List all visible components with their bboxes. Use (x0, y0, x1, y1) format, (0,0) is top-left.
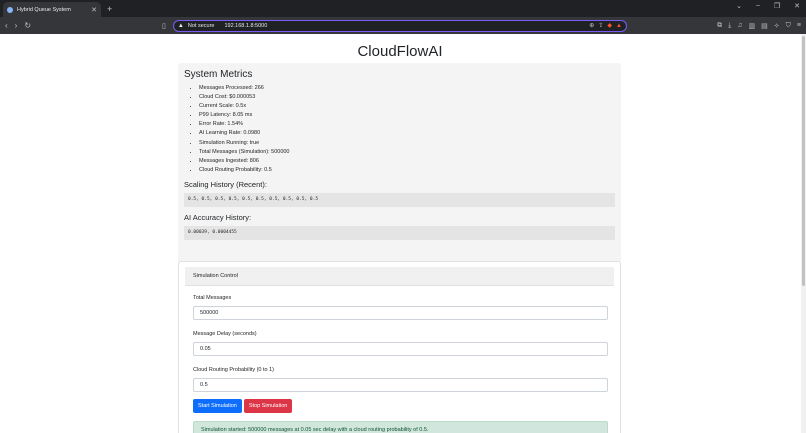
url-text[interactable]: 192.168.1.8:5000 (224, 23, 585, 29)
reload-icon[interactable]: ↻ (24, 21, 31, 30)
message-delay-input[interactable]: 0.05 (193, 342, 608, 356)
security-label[interactable]: Not secure (188, 23, 215, 29)
status-alert: Simulation started: 500000 messages at 0… (193, 421, 608, 433)
media-icon[interactable]: ♫ (737, 22, 742, 30)
brave-shield-icon[interactable]: ◆ (607, 22, 612, 29)
cloud-routing-probability-label: Cloud Routing Probability (0 to 1) (193, 367, 275, 373)
simulation-control-header: Simulation Control (185, 267, 614, 286)
stop-simulation-button[interactable]: Stop Simulation (243, 399, 293, 413)
back-icon[interactable]: ‹ (5, 21, 8, 30)
vpn-icon[interactable]: ⛉ (786, 22, 791, 30)
minimize-icon[interactable]: – (756, 2, 760, 10)
address-bar[interactable]: ▲ Not secure 192.168.1.8:5000 ⊕ ⇪ ◆ ▲ (172, 19, 627, 32)
scaling-history-heading: Scaling History (Recent): (184, 179, 267, 189)
page-content: CloudFlowAI System Metrics Messages Proc… (0, 34, 806, 433)
bookmark-icon[interactable]: ▯ (162, 22, 166, 30)
total-messages-input[interactable]: 500000 (193, 306, 608, 320)
maximize-icon[interactable]: ❐ (774, 2, 780, 10)
sidebar-icon[interactable]: ▥ (749, 22, 756, 30)
menu-icon[interactable]: ≡ (797, 22, 801, 30)
new-tab-icon[interactable]: + (107, 4, 112, 14)
favicon-icon (7, 6, 13, 13)
start-simulation-button[interactable]: Start Simulation (193, 399, 242, 413)
scrollbar-thumb[interactable] (802, 36, 805, 286)
close-window-icon[interactable]: ✕ (794, 2, 800, 10)
system-metrics-panel: System Metrics Messages Processed: 266 C… (178, 63, 621, 279)
forward-icon[interactable]: › (15, 21, 18, 30)
zoom-icon[interactable]: ⊕ (589, 22, 594, 29)
simulation-control-card: Simulation Control Total Messages 500000… (178, 261, 621, 433)
wallet-icon[interactable]: ▤ (761, 22, 768, 30)
share-icon[interactable]: ⇪ (598, 22, 603, 29)
brave-rewards-icon[interactable]: ▲ (616, 23, 622, 29)
list-item: Simulation Running: true (199, 139, 615, 148)
page-scrollbar[interactable] (801, 34, 806, 433)
list-item: Messages Ingested: 806 (199, 157, 615, 166)
scaling-history-values: 0.5, 0.5, 0.5, 0.5, 0.5, 0.5, 0.5, 0.5, … (184, 192, 615, 207)
list-item: Cloud Cost: $0.000053 (199, 93, 615, 102)
close-tab-icon[interactable]: ✕ (91, 6, 97, 14)
message-delay-label: Message Delay (seconds) (193, 331, 257, 337)
list-item: Error Rate: 1.54% (199, 120, 615, 129)
list-item: Total Messages (Simulation): 500000 (199, 148, 615, 157)
tab-title: Hybrid Queue System (17, 6, 71, 13)
window-controls: ⌄ – ❐ ✕ (736, 2, 800, 10)
list-item: Cloud Routing Probability: 0.5 (199, 166, 615, 175)
leo-icon[interactable]: ✧ (774, 22, 780, 30)
browser-tab[interactable]: Hybrid Queue System ✕ (3, 2, 101, 17)
accuracy-history-values: 0.00039, 0.0004455 (184, 225, 615, 240)
metrics-heading: System Metrics (184, 69, 253, 80)
warning-icon: ▲ (177, 22, 184, 29)
total-messages-label: Total Messages (193, 295, 232, 301)
tab-strip: Hybrid Queue System ✕ + ⌄ – ❐ ✕ (0, 0, 806, 17)
list-item: P99 Latency: 8.05 ms (199, 111, 615, 120)
accuracy-history-heading: AI Accuracy History: (184, 212, 252, 222)
page-title: CloudFlowAI (357, 43, 443, 60)
tab-search-icon[interactable]: ⌄ (736, 2, 742, 10)
cloud-routing-probability-input[interactable]: 0.5 (193, 378, 608, 392)
browser-toolbar: ‹ › ↻ ▯ ▲ Not secure 192.168.1.8:5000 ⊕ … (0, 17, 806, 34)
extensions-icon[interactable]: ⧉ (717, 22, 722, 30)
list-item: AI Learning Rate: 0.0980 (199, 129, 615, 138)
list-item: Messages Processed: 266 (199, 84, 615, 93)
list-item: Current Scale: 0.5x (199, 102, 615, 111)
metrics-list: Messages Processed: 266 Cloud Cost: $0.0… (184, 84, 615, 175)
download-icon[interactable]: ⤓ (728, 22, 731, 30)
